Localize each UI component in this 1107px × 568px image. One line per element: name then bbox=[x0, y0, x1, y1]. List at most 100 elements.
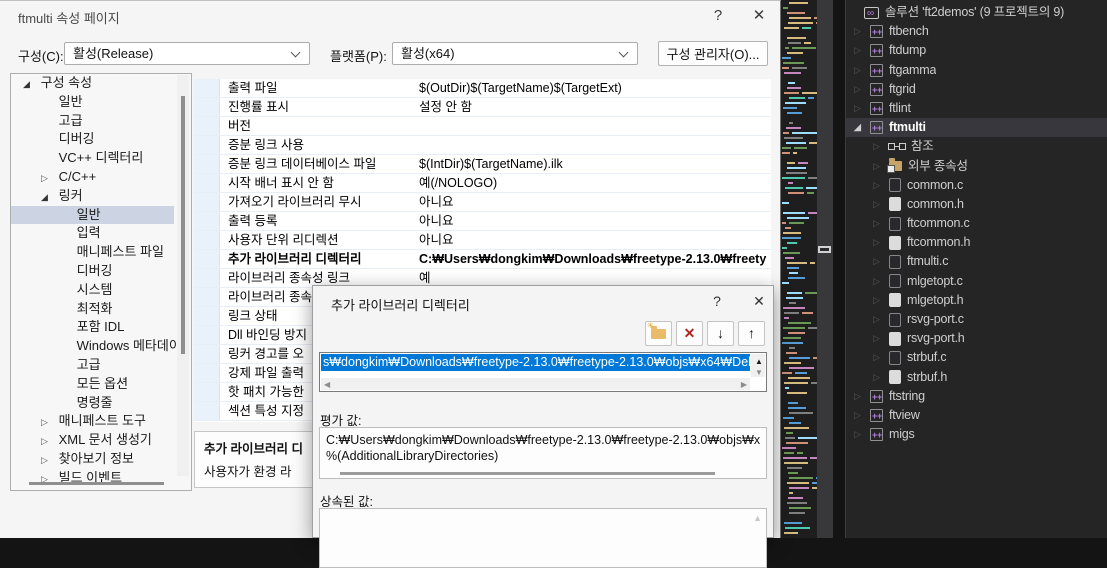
scroll-left-icon[interactable]: ◀ bbox=[324, 380, 330, 390]
help-icon[interactable]: ? bbox=[705, 290, 729, 312]
configuration-manager-button[interactable]: 구성 관리자(O)... bbox=[658, 41, 768, 66]
solution-tree-item[interactable]: rsvg-port.c bbox=[846, 310, 1107, 329]
solution-tree-item[interactable]: rsvg-port.h bbox=[846, 329, 1107, 348]
tree-horizontal-scrollbar[interactable] bbox=[29, 482, 164, 485]
settings-tree-item[interactable]: VC++ 디렉터리 bbox=[11, 149, 174, 168]
solution-tree-item[interactable]: ftgrid bbox=[846, 80, 1107, 99]
expander-icon[interactable] bbox=[873, 291, 889, 310]
property-value[interactable]: 아니요 bbox=[414, 212, 771, 230]
solution-tree-item[interactable]: mlgetopt.h bbox=[846, 291, 1107, 310]
solution-tree-item[interactable]: common.c bbox=[846, 176, 1107, 195]
expander-icon[interactable] bbox=[854, 80, 870, 99]
expander-icon[interactable] bbox=[873, 272, 889, 291]
property-row[interactable]: 증분 링크 사용 bbox=[194, 136, 771, 155]
close-icon[interactable]: ✕ bbox=[746, 5, 772, 27]
expander-icon[interactable] bbox=[854, 41, 870, 60]
expander-icon[interactable] bbox=[873, 214, 889, 233]
settings-tree-item[interactable]: C/C++ bbox=[11, 168, 174, 187]
property-value[interactable]: 예(/NOLOGO) bbox=[414, 174, 771, 192]
property-row[interactable]: 버전 bbox=[194, 117, 771, 136]
property-row[interactable]: 출력 파일 $(OutDir)$(TargetName)$(TargetExt) bbox=[194, 79, 771, 98]
settings-tree-item[interactable]: XML 문서 생성기 bbox=[11, 431, 174, 450]
expander-icon[interactable] bbox=[873, 195, 889, 214]
expander-icon[interactable] bbox=[41, 432, 55, 451]
settings-tree-item[interactable]: 고급 bbox=[11, 356, 174, 375]
expander-icon[interactable] bbox=[41, 413, 55, 432]
settings-tree-item[interactable]: 시스템 bbox=[11, 281, 174, 300]
settings-tree-item[interactable]: 매니페스트 파일 bbox=[11, 243, 174, 262]
solution-tree-item[interactable]: ftgamma bbox=[846, 61, 1107, 80]
solution-tree-item[interactable]: ftlint bbox=[846, 99, 1107, 118]
expander-icon[interactable] bbox=[873, 368, 889, 387]
settings-tree-item[interactable]: 매니페스트 도구 bbox=[11, 412, 174, 431]
property-value[interactable]: $(OutDir)$(TargetName)$(TargetExt) bbox=[414, 79, 771, 97]
expander-icon[interactable] bbox=[873, 233, 889, 252]
solution-tree-item[interactable]: ftmulti.c bbox=[846, 252, 1107, 271]
expander-icon[interactable] bbox=[873, 310, 889, 329]
settings-tree-item[interactable]: 고급 bbox=[11, 112, 174, 131]
property-value[interactable]: 아니요 bbox=[414, 193, 771, 211]
property-value[interactable]: $(IntDir)$(TargetName).ilk bbox=[414, 155, 771, 173]
property-row[interactable]: 시작 배너 표시 안 함 예(/NOLOGO) bbox=[194, 174, 771, 193]
selected-directory-entry[interactable]: s₩dongkim₩Downloads₩freetype-2.13.0₩free… bbox=[321, 354, 750, 371]
evaluated-horizontal-scrollbar[interactable] bbox=[340, 472, 715, 475]
help-icon[interactable]: ? bbox=[705, 5, 731, 27]
solution-tree-item[interactable]: ftdump bbox=[846, 41, 1107, 60]
property-row[interactable]: 증분 링크 데이터베이스 파일 $(IntDir)$(TargetName).i… bbox=[194, 155, 771, 174]
configuration-select[interactable]: 활성(Release) bbox=[64, 42, 310, 65]
property-value[interactable] bbox=[414, 117, 771, 135]
solution-tree-item[interactable]: ftbench bbox=[846, 22, 1107, 41]
delete-button[interactable] bbox=[676, 321, 703, 346]
move-up-button[interactable] bbox=[738, 321, 765, 346]
settings-tree-item[interactable]: 일반 bbox=[11, 93, 174, 112]
platform-select[interactable]: 활성(x64) bbox=[392, 42, 638, 65]
solution-tree-item[interactable]: common.h bbox=[846, 195, 1107, 214]
expander-icon[interactable] bbox=[854, 61, 870, 80]
move-down-button[interactable] bbox=[707, 321, 734, 346]
property-value[interactable] bbox=[414, 136, 771, 154]
property-row[interactable]: 가져오기 라이브러리 무시 아니요 bbox=[194, 193, 771, 212]
settings-tree-item[interactable]: 찾아보기 정보 bbox=[11, 450, 174, 469]
expander-icon[interactable] bbox=[23, 75, 37, 94]
expander-icon[interactable] bbox=[873, 252, 889, 271]
expander-icon[interactable] bbox=[41, 188, 55, 207]
settings-tree-item[interactable]: 입력 bbox=[11, 224, 174, 243]
property-value[interactable]: 설정 안 함 bbox=[414, 98, 771, 116]
settings-tree-item[interactable]: 명령줄 bbox=[11, 394, 174, 413]
property-row[interactable]: 출력 등록 아니요 bbox=[194, 212, 771, 231]
solution-tree-item[interactable]: ftcommon.h bbox=[846, 233, 1107, 252]
solution-tree-item[interactable]: ftstring bbox=[846, 387, 1107, 406]
solution-tree-item[interactable]: migs bbox=[846, 425, 1107, 444]
settings-tree-item[interactable]: 디버깅 bbox=[11, 262, 174, 281]
settings-tree-item[interactable]: 링커 bbox=[11, 187, 174, 206]
expander-icon[interactable] bbox=[873, 329, 889, 348]
settings-tree-item[interactable]: 최적화 bbox=[11, 300, 174, 319]
expander-icon[interactable] bbox=[873, 137, 889, 156]
editor-scrollbar[interactable] bbox=[817, 0, 833, 538]
solution-tree-item[interactable]: strbuf.c bbox=[846, 348, 1107, 367]
panel-splitter[interactable] bbox=[833, 0, 845, 538]
property-row[interactable]: 진행률 표시 설정 안 함 bbox=[194, 98, 771, 117]
expander-icon[interactable] bbox=[854, 387, 870, 406]
scroll-up-icon[interactable]: ▲ bbox=[755, 357, 763, 367]
settings-tree-item[interactable]: 구성 속성 bbox=[11, 74, 174, 93]
solution-tree-item[interactable]: strbuf.h bbox=[846, 368, 1107, 387]
expander-icon[interactable] bbox=[854, 118, 870, 137]
list-horizontal-scrollbar[interactable]: ◀ ▶ bbox=[321, 378, 750, 390]
property-value[interactable]: 아니요 bbox=[414, 231, 771, 249]
expander-icon[interactable] bbox=[41, 451, 55, 470]
solution-tree-item[interactable]: ftview bbox=[846, 406, 1107, 425]
expander-icon[interactable] bbox=[854, 425, 870, 444]
settings-tree-item[interactable]: Windows 메타데이 bbox=[11, 337, 174, 356]
new-line-button[interactable] bbox=[645, 321, 672, 346]
solution-tree-item[interactable]: ftmulti bbox=[846, 118, 1107, 137]
solution-tree-item[interactable]: 참조 bbox=[846, 137, 1107, 156]
settings-tree-item[interactable]: 모든 옵션 bbox=[11, 375, 174, 394]
solution-tree-item[interactable]: ftcommon.c bbox=[846, 214, 1107, 233]
expander-icon[interactable] bbox=[873, 348, 889, 367]
expander-icon[interactable] bbox=[41, 169, 55, 188]
settings-tree-item[interactable]: 일반 bbox=[11, 206, 174, 225]
inherited-values-box[interactable]: ▲ bbox=[319, 508, 767, 568]
expander-icon[interactable] bbox=[873, 176, 889, 195]
tree-scrollbar-thumb[interactable] bbox=[181, 96, 185, 354]
